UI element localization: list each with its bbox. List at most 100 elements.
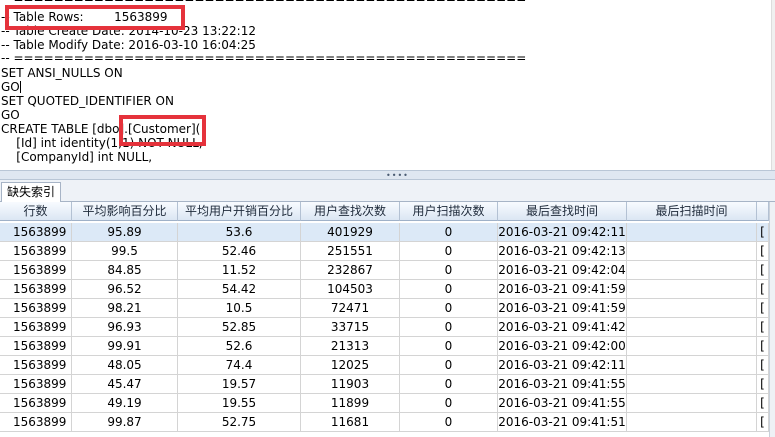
column-header-row-count[interactable]: 行数 (0, 202, 72, 221)
sql-editor[interactable]: -- =====================================… (0, 0, 775, 170)
cell-last-scan[interactable] (627, 223, 757, 242)
cell-user-scans[interactable]: 0 (400, 261, 498, 280)
column-header-avg-impact[interactable]: 平均影响百分比 (72, 202, 178, 221)
cell-user-scans[interactable]: 0 (400, 299, 498, 318)
cell-extra[interactable]: [ (757, 280, 769, 299)
cell-last-seek[interactable]: 2016-03-21 09:41:55 (498, 394, 627, 413)
cell-avg-user-cost[interactable]: 54.42 (178, 280, 301, 299)
cell-last-seek[interactable]: 2016-03-21 09:41:51 (498, 413, 627, 432)
cell-avg-impact[interactable]: 99.91 (72, 337, 178, 356)
cell-user-scans[interactable]: 0 (400, 280, 498, 299)
cell-last-scan[interactable] (627, 299, 757, 318)
table-row[interactable]: 1563899 99.5 52.46 251551 0 2016-03-21 09:42:… (0, 242, 775, 261)
cell-user-seeks[interactable]: 11899 (301, 394, 400, 413)
cell-avg-user-cost[interactable]: 52.46 (178, 242, 301, 261)
cell-avg-user-cost[interactable]: 52.6 (178, 337, 301, 356)
column-header-user-seeks[interactable]: 用户查找次数 (301, 202, 400, 221)
cell-row-count[interactable]: 1563899 (0, 413, 72, 432)
cell-user-scans[interactable]: 0 (400, 413, 498, 432)
cell-avg-impact[interactable]: 84.85 (72, 261, 178, 280)
table-row[interactable]: 1563899 99.91 52.6 21313 0 2016-03-21 09:42:0… (0, 337, 775, 356)
cell-user-scans[interactable]: 0 (400, 318, 498, 337)
cell-row-count[interactable]: 1563899 (0, 337, 72, 356)
cell-avg-user-cost[interactable]: 19.55 (178, 394, 301, 413)
cell-user-scans[interactable]: 0 (400, 337, 498, 356)
cell-last-seek[interactable]: 2016-03-21 09:42:13 (498, 242, 627, 261)
cell-last-scan[interactable] (627, 394, 757, 413)
cell-last-seek[interactable]: 2016-03-21 09:42:11 (498, 223, 627, 242)
cell-avg-user-cost[interactable]: 11.52 (178, 261, 301, 280)
cell-row-count[interactable]: 1563899 (0, 242, 72, 261)
cell-avg-impact[interactable]: 95.89 (72, 223, 178, 242)
cell-extra[interactable]: [ (757, 375, 769, 394)
cell-extra[interactable]: [ (757, 299, 769, 318)
cell-avg-impact[interactable]: 99.5 (72, 242, 178, 261)
cell-extra[interactable]: [ (757, 413, 769, 432)
table-row[interactable]: 1563899 48.05 74.4 12025 0 2016-03-21 09:42:1… (0, 356, 775, 375)
cell-extra[interactable]: [ (757, 223, 769, 242)
cell-row-count[interactable]: 1563899 (0, 394, 72, 413)
cell-last-seek[interactable]: 2016-03-21 09:41:42 (498, 318, 627, 337)
cell-last-scan[interactable] (627, 337, 757, 356)
table-row[interactable]: 1563899 45.47 19.57 11903 0 2016-03-21 09:41:… (0, 375, 775, 394)
cell-last-scan[interactable] (627, 356, 757, 375)
cell-extra[interactable]: [ (757, 318, 769, 337)
cell-avg-impact[interactable]: 45.47 (72, 375, 178, 394)
cell-last-seek[interactable]: 2016-03-21 09:41:55 (498, 375, 627, 394)
cell-avg-user-cost[interactable]: 52.85 (178, 318, 301, 337)
table-row[interactable]: 1563899 96.52 54.42 104503 0 2016-03-21 09:41… (0, 280, 775, 299)
cell-user-scans[interactable]: 0 (400, 356, 498, 375)
cell-extra[interactable]: [ (757, 242, 769, 261)
cell-user-seeks[interactable]: 33715 (301, 318, 400, 337)
pane-splitter[interactable]: •••• (0, 170, 775, 180)
table-row[interactable]: 1563899 98.21 10.5 72471 0 2016-03-21 09:41:5… (0, 299, 775, 318)
cell-last-scan[interactable] (627, 318, 757, 337)
cell-user-scans[interactable]: 0 (400, 223, 498, 242)
cell-last-scan[interactable] (627, 261, 757, 280)
table-row[interactable]: 1563899 95.89 53.6 401929 0 2016-03-21 09:42:… (0, 223, 775, 242)
cell-avg-impact[interactable]: 96.52 (72, 280, 178, 299)
cell-last-scan[interactable] (627, 242, 757, 261)
editor-scrollbar[interactable] (771, 0, 775, 170)
cell-user-seeks[interactable]: 72471 (301, 299, 400, 318)
cell-last-seek[interactable]: 2016-03-21 09:41:59 (498, 299, 627, 318)
cell-row-count[interactable]: 1563899 (0, 223, 72, 242)
cell-user-scans[interactable]: 0 (400, 375, 498, 394)
cell-avg-user-cost[interactable]: 19.57 (178, 375, 301, 394)
cell-extra[interactable]: [ (757, 356, 769, 375)
column-header-user-scans[interactable]: 用户扫描次数 (400, 202, 498, 221)
table-row[interactable]: 1563899 49.19 19.55 11899 0 2016-03-21 09:41:… (0, 394, 775, 413)
cell-row-count[interactable]: 1563899 (0, 299, 72, 318)
cell-user-seeks[interactable]: 11681 (301, 413, 400, 432)
cell-last-seek[interactable]: 2016-03-21 09:41:59 (498, 280, 627, 299)
cell-user-seeks[interactable]: 12025 (301, 356, 400, 375)
tab-missing-index[interactable]: 缺失索引 (1, 182, 62, 202)
cell-avg-impact[interactable]: 98.21 (72, 299, 178, 318)
cell-user-seeks[interactable]: 21313 (301, 337, 400, 356)
table-row[interactable]: 1563899 84.85 11.52 232867 0 2016-03-21 09:42… (0, 261, 775, 280)
cell-last-seek[interactable]: 2016-03-21 09:42:00 (498, 337, 627, 356)
cell-user-seeks[interactable]: 251551 (301, 242, 400, 261)
cell-avg-user-cost[interactable]: 53.6 (178, 223, 301, 242)
cell-last-scan[interactable] (627, 375, 757, 394)
results-grid[interactable]: 行数 平均影响百分比 平均用户开销百分比 用户查找次数 用户扫描次数 最后查找时… (0, 202, 775, 437)
cell-user-seeks[interactable]: 104503 (301, 280, 400, 299)
cell-extra[interactable]: [ (757, 337, 769, 356)
column-header-avg-user-cost[interactable]: 平均用户开销百分比 (178, 202, 301, 221)
column-header-last-seek[interactable]: 最后查找时间 (498, 202, 627, 221)
cell-row-count[interactable]: 1563899 (0, 318, 72, 337)
cell-user-scans[interactable]: 0 (400, 394, 498, 413)
cell-row-count[interactable]: 1563899 (0, 375, 72, 394)
cell-user-seeks[interactable]: 232867 (301, 261, 400, 280)
table-row[interactable]: 1563899 99.87 52.75 11681 0 2016-03-21 09:41:… (0, 413, 775, 432)
cell-user-scans[interactable]: 0 (400, 242, 498, 261)
cell-user-seeks[interactable]: 401929 (301, 223, 400, 242)
column-header-extra[interactable] (757, 202, 769, 221)
cell-avg-impact[interactable]: 96.93 (72, 318, 178, 337)
cell-user-seeks[interactable]: 11903 (301, 375, 400, 394)
cell-avg-user-cost[interactable]: 10.5 (178, 299, 301, 318)
column-header-last-scan[interactable]: 最后扫描时间 (627, 202, 757, 221)
cell-row-count[interactable]: 1563899 (0, 356, 72, 375)
cell-row-count[interactable]: 1563899 (0, 261, 72, 280)
grid-vertical-scrollbar[interactable] (769, 202, 775, 437)
